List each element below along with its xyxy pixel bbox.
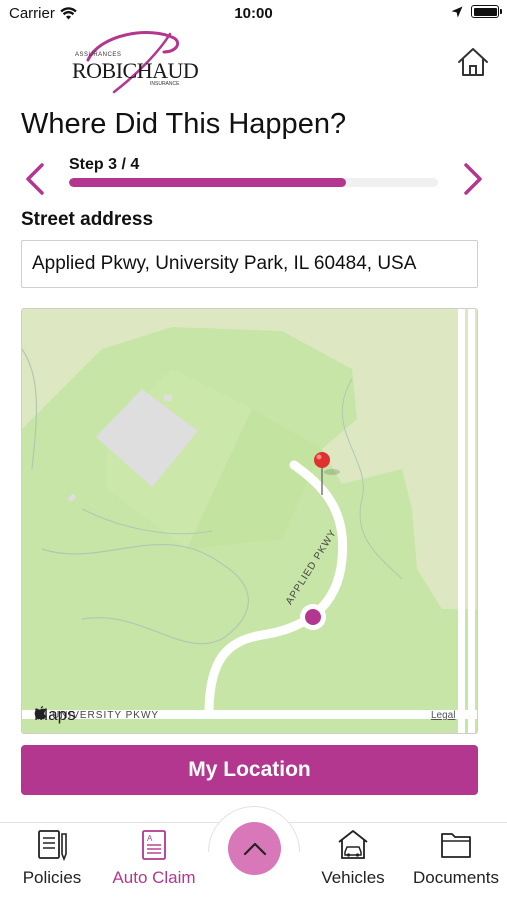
progress-fill — [69, 178, 346, 187]
chevron-right-icon — [464, 163, 482, 195]
tab-label-auto-claim: Auto Claim — [112, 868, 196, 887]
auto-claim-icon: A — [142, 830, 166, 860]
status-right — [451, 5, 502, 18]
status-bar: Carrier 10:00 — [0, 0, 507, 28]
tab-label-policies: Policies — [22, 868, 82, 887]
map-view[interactable]: APPLIED PKWY UNIVERSITY PKWY Maps Legal — [21, 308, 478, 734]
tab-label-documents: Documents — [413, 868, 499, 887]
page-title: Where Did This Happen? — [21, 108, 347, 140]
next-step-button[interactable] — [460, 162, 486, 196]
location-arrow-icon — [451, 6, 463, 17]
expand-menu-button[interactable] — [228, 822, 281, 875]
tab-vehicles[interactable]: Vehicles — [318, 828, 388, 888]
previous-step-button[interactable] — [22, 162, 48, 196]
svg-text:A: A — [147, 834, 153, 843]
chevron-up-icon — [243, 842, 266, 855]
logo-bottom-text: INSURANCE — [150, 81, 180, 87]
map-graphic — [22, 309, 477, 733]
maps-brand: Maps — [34, 705, 76, 725]
home-icon — [458, 48, 488, 76]
documents-icon — [441, 833, 471, 858]
vehicles-icon — [338, 830, 368, 859]
apple-icon — [34, 706, 47, 720]
map-legal-link[interactable]: Legal — [431, 710, 455, 721]
tab-auto-claim[interactable]: A Auto Claim — [108, 828, 200, 888]
policies-icon — [38, 830, 67, 862]
street-address-label: Street address — [21, 209, 154, 230]
chevron-left-icon — [26, 163, 44, 195]
battery-icon — [471, 5, 502, 18]
status-time: 10:00 — [234, 5, 273, 22]
street-address-input[interactable] — [21, 240, 478, 288]
progress-bar — [69, 178, 438, 187]
my-location-button[interactable]: My Location — [21, 745, 478, 795]
tab-documents[interactable]: Documents — [408, 828, 504, 888]
tab-label-vehicles: Vehicles — [321, 868, 385, 887]
company-logo: ASSURANCES ROBICHAUD INSURANCE — [70, 30, 199, 95]
step-label: Step 3 / 4 — [69, 156, 140, 173]
home-button[interactable] — [455, 45, 491, 79]
tab-policies[interactable]: Policies — [20, 828, 84, 888]
